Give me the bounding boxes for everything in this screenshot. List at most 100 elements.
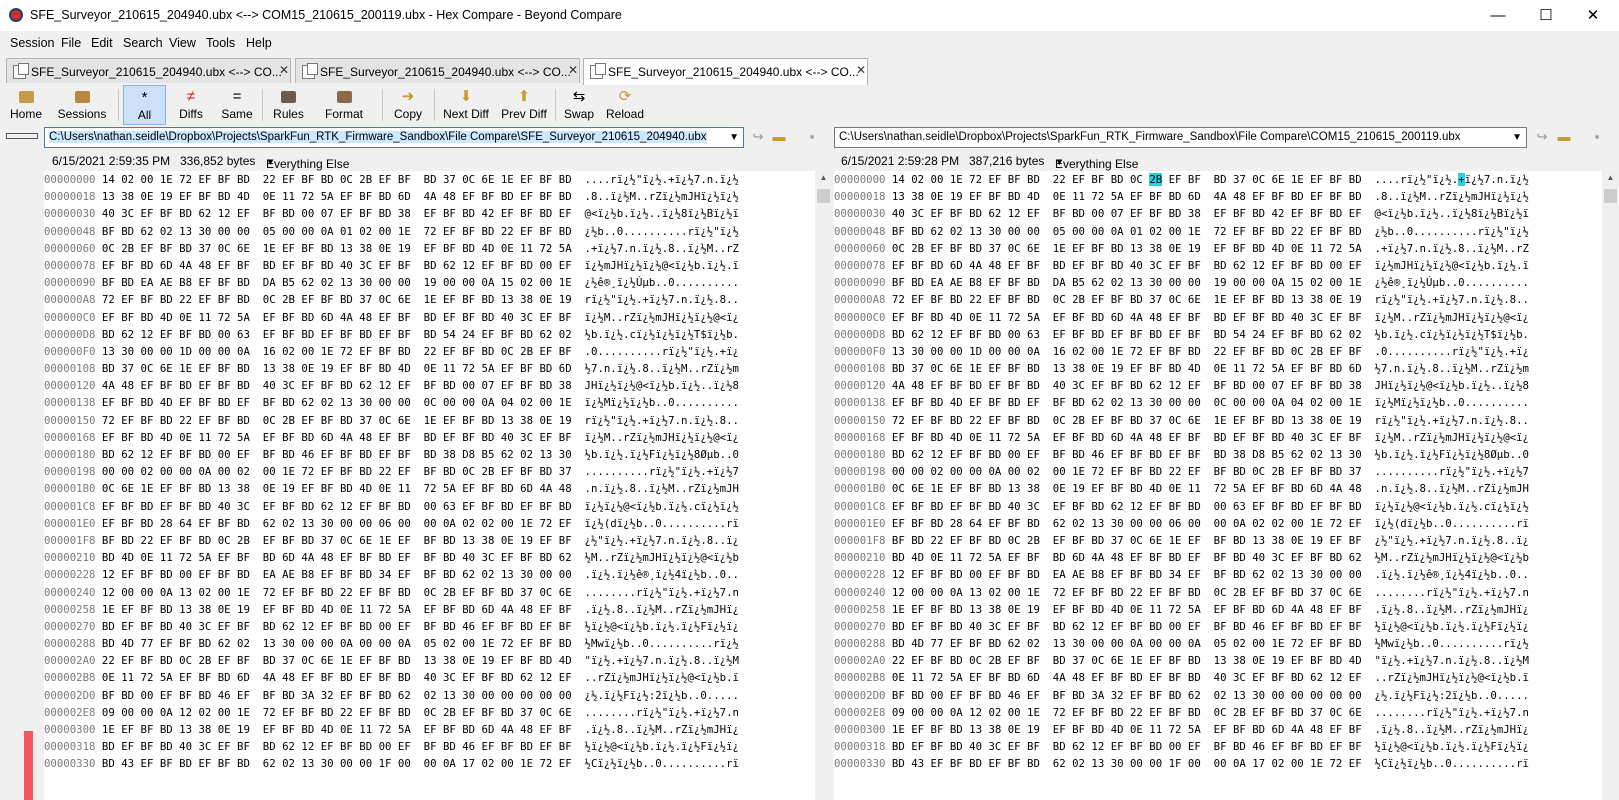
- hex-row[interactable]: 000000D8 BD 62 12 EF BF BD 00 63 EF BF B…: [44, 326, 815, 343]
- menu-session[interactable]: Session: [10, 36, 54, 50]
- hex-row[interactable]: 000001B0 0C 6E 1E EF BF BD 13 38 0E 19 E…: [44, 480, 815, 497]
- hex-row[interactable]: 00000090 BF BD EA AE B8 EF BF BD DA B5 6…: [834, 274, 1602, 291]
- hex-row[interactable]: 00000150 72 EF BF BD 22 EF BF BD 0C 2B E…: [44, 412, 815, 429]
- hex-row[interactable]: 000002D0 BF BD 00 EF BF BD 46 EF BF BD 3…: [834, 687, 1602, 704]
- hex-row[interactable]: 00000150 72 EF BF BD 22 EF BF BD 0C 2B E…: [834, 412, 1602, 429]
- prev-diff-button[interactable]: ⬆ Prev Diff: [496, 85, 552, 125]
- right-open-arrow-icon[interactable]: ↪: [1534, 129, 1550, 145]
- hex-row[interactable]: 000002E8 09 00 00 0A 12 02 00 1E 72 EF B…: [44, 704, 815, 721]
- home-button[interactable]: Home: [6, 85, 46, 125]
- hex-row[interactable]: 00000048 BF BD 62 02 13 30 00 00 05 00 0…: [44, 223, 815, 240]
- hex-row[interactable]: 00000078 EF BF BD 6D 4A 48 EF BF BD EF B…: [44, 257, 815, 274]
- scroll-up-icon[interactable]: ▲: [1602, 173, 1619, 182]
- menu-search[interactable]: Search: [123, 36, 163, 50]
- hex-row[interactable]: 00000288 BD 4D 77 EF BF BD 62 02 13 30 0…: [44, 635, 815, 652]
- menu-tools[interactable]: Tools: [206, 36, 235, 50]
- scroll-thumb[interactable]: [817, 189, 830, 203]
- hex-row[interactable]: 000000C0 EF BF BD 4D 0E 11 72 5A EF BF B…: [44, 309, 815, 326]
- hex-row[interactable]: 00000180 BD 62 12 EF BF BD 00 EF BF BD 4…: [834, 446, 1602, 463]
- hex-row[interactable]: 00000210 BD 4D 0E 11 72 5A EF BF BD 6D 4…: [834, 549, 1602, 566]
- hex-row[interactable]: 00000168 EF BF BD 4D 0E 11 72 5A EF BF B…: [834, 429, 1602, 446]
- hex-row[interactable]: 00000228 12 EF BF BD 00 EF BF BD EA AE B…: [834, 566, 1602, 583]
- hex-row[interactable]: 000000F0 13 30 00 00 1D 00 00 0A 16 02 0…: [834, 343, 1602, 360]
- left-vertical-scrollbar[interactable]: ▲: [815, 171, 832, 800]
- session-tab[interactable]: SFE_Surveyor_210615_204940.ubx <--> CO..…: [6, 58, 291, 83]
- left-path-input[interactable]: C:\Users\nathan.seidle\Dropbox\Projects\…: [44, 127, 744, 148]
- tab-close-icon[interactable]: ✕: [568, 63, 578, 77]
- hex-row[interactable]: 00000108 BD 37 0C 6E 1E EF BF BD 13 38 0…: [834, 360, 1602, 377]
- hex-row[interactable]: 00000318 BD EF BF BD 40 3C EF BF BD 62 1…: [44, 738, 815, 755]
- chevron-down-icon[interactable]: ▼: [729, 128, 739, 147]
- scroll-up-icon[interactable]: ▲: [815, 173, 832, 182]
- right-folder-icon[interactable]: ▬: [1556, 129, 1572, 145]
- hex-row[interactable]: 000002A0 22 EF BF BD 0C 2B EF BF BD 37 0…: [44, 652, 815, 669]
- hex-row[interactable]: 000000C0 EF BF BD 4D 0E 11 72 5A EF BF B…: [834, 309, 1602, 326]
- right-path-input[interactable]: C:\Users\nathan.seidle\Dropbox\Projects\…: [834, 127, 1527, 148]
- hex-row[interactable]: 00000078 EF BF BD 6D 4A 48 EF BF BD EF B…: [834, 257, 1602, 274]
- copy-button[interactable]: ➜ Copy: [386, 85, 430, 125]
- hex-row[interactable]: 00000030 40 3C EF BF BD 62 12 EF BF BD 0…: [834, 205, 1602, 222]
- hex-row[interactable]: 000001F8 BF BD 22 EF BF BD 0C 2B EF BF B…: [834, 532, 1602, 549]
- hex-row[interactable]: 000002B8 0E 11 72 5A EF BF BD 6D 4A 48 E…: [44, 669, 815, 686]
- hex-row[interactable]: 00000210 BD 4D 0E 11 72 5A EF BF BD 6D 4…: [44, 549, 815, 566]
- right-save-icon[interactable]: ▪: [1589, 129, 1605, 145]
- reload-button[interactable]: ⟳ Reload: [603, 85, 647, 125]
- hex-row[interactable]: 00000330 BD 43 EF BF BD EF BF BD 62 02 1…: [44, 755, 815, 772]
- hex-row[interactable]: 00000000 14 02 00 1E 72 EF BF BD 22 EF B…: [834, 171, 1602, 188]
- session-tab[interactable]: SFE_Surveyor_210615_204940.ubx <--> CO..…: [295, 58, 580, 83]
- hex-row[interactable]: 00000228 12 EF BF BD 00 EF BF BD EA AE B…: [44, 566, 815, 583]
- hex-row[interactable]: 000001F8 BF BD 22 EF BF BD 0C 2B EF BF B…: [44, 532, 815, 549]
- hex-row[interactable]: 000002E8 09 00 00 0A 12 02 00 1E 72 EF B…: [834, 704, 1602, 721]
- hex-row[interactable]: 00000138 EF BF BD 4D EF BF BD EF BF BD 6…: [44, 394, 815, 411]
- show-all-button[interactable]: * All: [123, 85, 166, 125]
- hex-row[interactable]: 00000108 BD 37 0C 6E 1E EF BF BD 13 38 0…: [44, 360, 815, 377]
- close-window-button[interactable]: ✕: [1570, 0, 1616, 31]
- scroll-thumb[interactable]: [1604, 189, 1617, 203]
- tab-close-icon[interactable]: ✕: [279, 63, 289, 77]
- hex-row[interactable]: 00000048 BF BD 62 02 13 30 00 00 05 00 0…: [834, 223, 1602, 240]
- right-vertical-scrollbar[interactable]: ▲: [1602, 171, 1619, 800]
- hex-row[interactable]: 00000240 12 00 00 0A 13 02 00 1E 72 EF B…: [44, 584, 815, 601]
- hex-row[interactable]: 000000D8 BD 62 12 EF BF BD 00 63 EF BF B…: [834, 326, 1602, 343]
- hex-row[interactable]: 000001B0 0C 6E 1E EF BF BD 13 38 0E 19 E…: [834, 480, 1602, 497]
- hex-row[interactable]: 00000198 00 00 02 00 00 0A 00 02 00 1E 7…: [44, 463, 815, 480]
- tab-close-icon[interactable]: ✕: [856, 63, 866, 77]
- maximize-button[interactable]: ☐: [1523, 0, 1569, 31]
- hex-row[interactable]: 00000300 1E EF BF BD 13 38 0E 19 EF BF B…: [834, 721, 1602, 738]
- hex-row[interactable]: 00000198 00 00 02 00 00 0A 00 02 00 1E 7…: [834, 463, 1602, 480]
- left-save-icon[interactable]: ▪: [804, 129, 820, 145]
- hex-row[interactable]: 00000060 0C 2B EF BF BD 37 0C 6E 1E EF B…: [44, 240, 815, 257]
- hex-row[interactable]: 000001E0 EF BF BD 28 64 EF BF BD 62 02 1…: [834, 515, 1602, 532]
- hex-row[interactable]: 00000120 4A 48 EF BF BD EF BF BD 40 3C E…: [834, 377, 1602, 394]
- hex-row[interactable]: 00000330 BD 43 EF BF BD EF BF BD 62 02 1…: [834, 755, 1602, 772]
- hex-row[interactable]: 00000180 BD 62 12 EF BF BD 00 EF BF BD 4…: [44, 446, 815, 463]
- hex-row[interactable]: 00000270 BD EF BF BD 40 3C EF BF BD 62 1…: [44, 618, 815, 635]
- hex-row[interactable]: 00000288 BD 4D 77 EF BF BD 62 02 13 30 0…: [834, 635, 1602, 652]
- minimize-button[interactable]: —: [1475, 0, 1521, 31]
- hex-row[interactable]: 00000138 EF BF BD 4D EF BF BD EF BF BD 6…: [834, 394, 1602, 411]
- thumbnail-viewport[interactable]: [6, 133, 38, 139]
- hex-row[interactable]: 00000270 BD EF BF BD 40 3C EF BF BD 62 1…: [834, 618, 1602, 635]
- thumbnail-overview[interactable]: [0, 127, 42, 800]
- hex-row[interactable]: 00000060 0C 2B EF BF BD 37 0C 6E 1E EF B…: [834, 240, 1602, 257]
- hex-row[interactable]: 00000090 BF BD EA AE B8 EF BF BD DA B5 6…: [44, 274, 815, 291]
- hex-row[interactable]: 000001C8 EF BF BD EF BF BD 40 3C EF BF B…: [834, 498, 1602, 515]
- swap-button[interactable]: ⇆ Swap: [559, 85, 599, 125]
- menu-view[interactable]: View: [169, 36, 196, 50]
- left-folder-icon[interactable]: ▬: [771, 129, 787, 145]
- format-button[interactable]: Format: [315, 85, 373, 125]
- left-hex-pane[interactable]: 00000000 14 02 00 1E 72 EF BF BD 22 EF B…: [44, 171, 815, 800]
- session-tab-active[interactable]: SFE_Surveyor_210615_204940.ubx <--> CO..…: [583, 58, 868, 85]
- menu-edit[interactable]: Edit: [91, 36, 113, 50]
- right-hex-pane[interactable]: 00000000 14 02 00 1E 72 EF BF BD 22 EF B…: [834, 171, 1602, 800]
- left-open-arrow-icon[interactable]: ↪: [750, 129, 766, 145]
- hex-row[interactable]: 000001E0 EF BF BD 28 64 EF BF BD 62 02 1…: [44, 515, 815, 532]
- chevron-down-icon[interactable]: ▼: [1512, 128, 1522, 147]
- next-diff-button[interactable]: ⬇ Next Diff: [438, 85, 494, 125]
- hex-row[interactable]: 000001C8 EF BF BD EF BF BD 40 3C EF BF B…: [44, 498, 815, 515]
- show-same-button[interactable]: = Same: [216, 85, 258, 125]
- hex-row[interactable]: 00000000 14 02 00 1E 72 EF BF BD 22 EF B…: [44, 171, 815, 188]
- menu-help[interactable]: Help: [246, 36, 272, 50]
- hex-row[interactable]: 00000030 40 3C EF BF BD 62 12 EF BF BD 0…: [44, 205, 815, 222]
- hex-row[interactable]: 00000258 1E EF BF BD 13 38 0E 19 EF BF B…: [44, 601, 815, 618]
